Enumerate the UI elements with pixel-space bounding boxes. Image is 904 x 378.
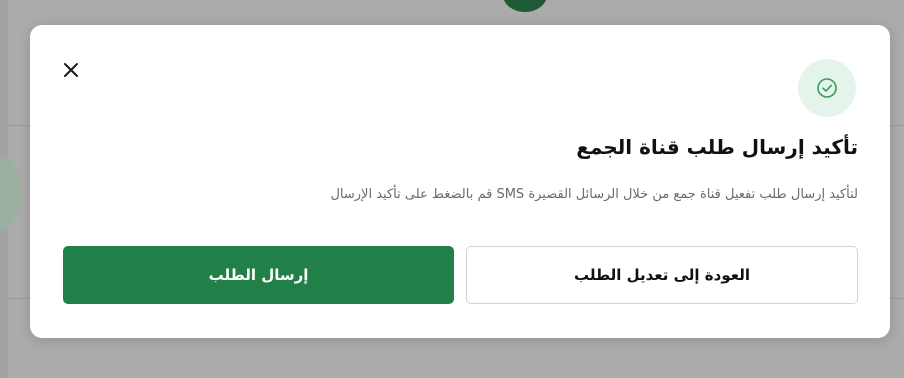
confirm-dialog: تأكيد إرسال طلب قناة الجمع لتأكيد إرسال … — [30, 25, 890, 338]
dialog-description: لتأكيد إرسال طلب تفعيل قناة جمع من خلال … — [330, 187, 858, 202]
check-circle-icon — [817, 78, 837, 98]
close-icon[interactable] — [63, 62, 79, 78]
submit-request-button[interactable]: إرسال الطلب — [63, 246, 454, 304]
dialog-title: تأكيد إرسال طلب قناة الجمع — [576, 135, 858, 159]
close-button[interactable] — [54, 53, 88, 87]
back-to-edit-button[interactable]: العودة إلى تعديل الطلب — [466, 246, 858, 304]
status-badge — [798, 59, 856, 117]
